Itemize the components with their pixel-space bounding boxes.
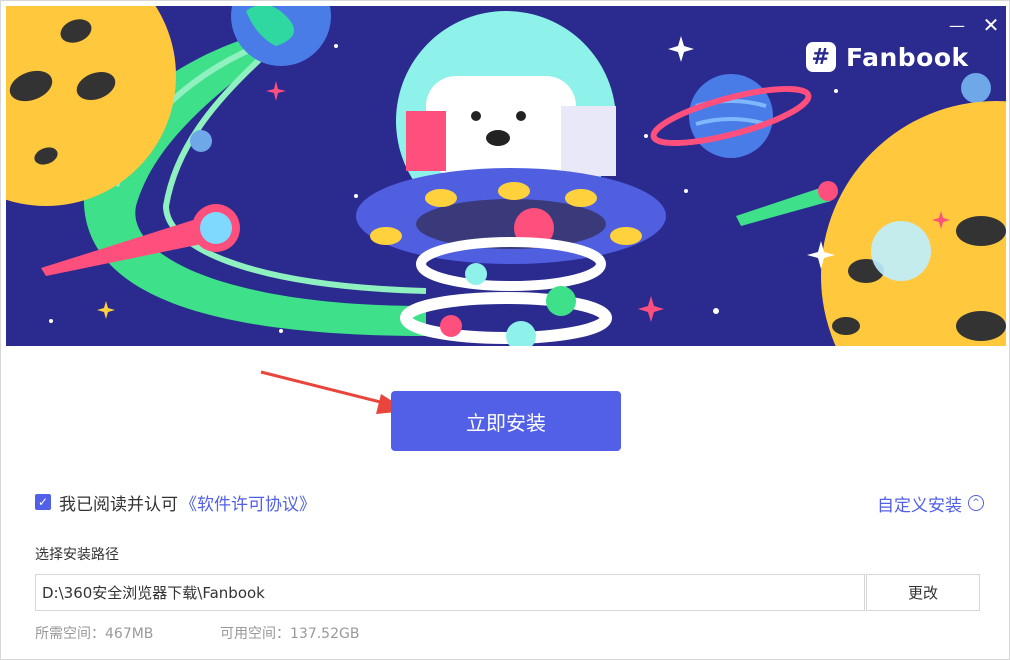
install-path-label: 选择安装路径 [35, 547, 119, 563]
fanbook-logo: # Fanbook [806, 39, 969, 75]
minimize-button[interactable]: — [944, 12, 970, 38]
installer-window: # Fanbook — ✕ 立即安装 ✓ 我已阅读并认可 《软件许可协议》 自定… [0, 0, 1010, 660]
fanbook-logo-icon: # [806, 42, 836, 72]
agreement-row: ✓ 我已阅读并认可 《软件许可协议》 [35, 489, 316, 515]
fanbook-logo-text: Fanbook [846, 42, 969, 72]
change-path-button[interactable]: 更改 [866, 574, 980, 611]
agreement-text: 我已阅读并认可 [59, 494, 178, 515]
banner-illustration: # Fanbook — ✕ [6, 6, 1006, 346]
custom-install-label: 自定义安装 [877, 495, 962, 516]
custom-install-toggle[interactable]: 自定义安装 ^ [877, 490, 984, 516]
license-agreement-link[interactable]: 《软件许可协议》 [180, 490, 316, 515]
install-path-field[interactable]: D:\360安全浏览器下载\Fanbook [35, 574, 865, 611]
required-space-text: 所需空间：467MB [35, 626, 154, 642]
available-space-text: 可用空间：137.52GB [220, 626, 360, 642]
chevron-up-icon: ^ [968, 495, 984, 511]
install-now-button[interactable]: 立即安装 [391, 391, 621, 451]
close-button[interactable]: ✕ [978, 12, 1004, 38]
agreement-checkbox[interactable]: ✓ [35, 494, 51, 510]
